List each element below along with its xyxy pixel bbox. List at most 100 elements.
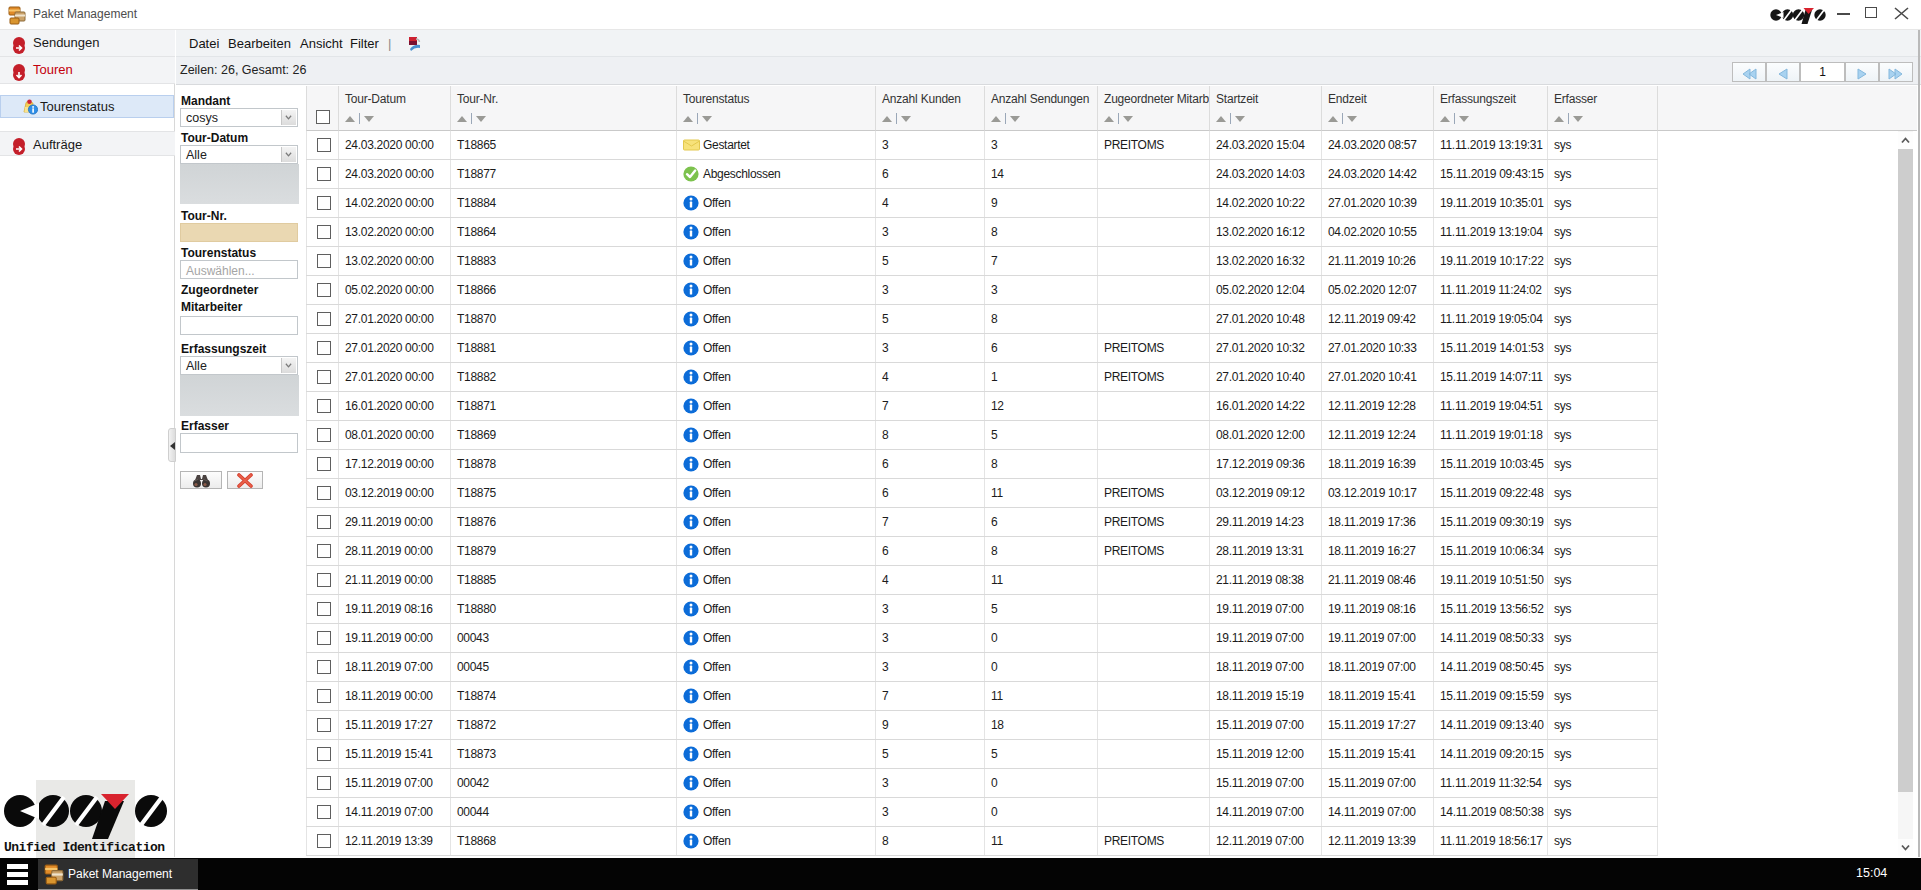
filter-tourenstatus[interactable]: Auswählen... [180, 260, 298, 279]
filter-erfassungszeit[interactable]: Alle [180, 356, 298, 375]
row-4-check[interactable] [317, 225, 331, 239]
filter-tour-nr[interactable] [180, 223, 298, 242]
row-21-check[interactable] [317, 718, 331, 732]
filter-mandant[interactable]: cosys [180, 108, 298, 127]
sb-thumb[interactable] [1898, 149, 1913, 792]
row-15: 28.11.2019 00:00T18879Offen68PREITOMS28.… [306, 537, 1658, 566]
row-23-check[interactable] [317, 776, 331, 790]
sb-down[interactable] [1898, 839, 1913, 856]
row-25: 12.11.2019 13:39T18868Offen811PREITOMS12… [306, 827, 1658, 856]
nav-auftraege[interactable]: Aufträge [0, 131, 175, 156]
row-8-check[interactable] [317, 341, 331, 355]
row-24-check[interactable] [317, 805, 331, 819]
menu-icon[interactable] [406, 36, 422, 52]
menubar: DateiBearbeitenAnsichtFilter| [176, 30, 1921, 57]
row-12-check[interactable] [317, 457, 331, 471]
page-last[interactable] [1879, 62, 1913, 82]
task-app[interactable]: Paket Management [38, 859, 198, 890]
th-1: Tour-Datum [339, 86, 451, 131]
row-23: 15.11.2019 07:0000042Offen3015.11.2019 0… [306, 769, 1658, 798]
row-2: 24.03.2020 00:00T18877Abgeschlossen61424… [306, 160, 1658, 189]
menu-datei[interactable]: Datei [189, 30, 219, 57]
row-count: Zeilen: 26, Gesamt: 26 [180, 57, 306, 84]
row-19-check[interactable] [317, 660, 331, 674]
row-13: 03.12.2019 00:00T18875Offen611PREITOMS03… [306, 479, 1658, 508]
row-7-check[interactable] [317, 312, 331, 326]
nav-touren[interactable]: Touren [0, 57, 175, 84]
sidebar-logo: Unified Identification [0, 749, 175, 857]
row-3-check[interactable] [317, 196, 331, 210]
row-11: 08.01.2020 00:00T18869Offen8508.01.2020 … [306, 421, 1658, 450]
row-1-check[interactable] [317, 138, 331, 152]
row-18-check[interactable] [317, 631, 331, 645]
row-14: 29.11.2019 00:00T18876Offen76PREITOMS29.… [306, 508, 1658, 537]
nav-sendungen[interactable]: Sendungen [0, 30, 175, 57]
page-prev[interactable] [1766, 62, 1800, 82]
row-19: 18.11.2019 07:0000045Offen3018.11.2019 0… [306, 653, 1658, 682]
titlebar-logo [1770, 7, 1827, 24]
panel-collapse[interactable] [168, 428, 176, 462]
th-3: Tourenstatus [677, 86, 876, 131]
th-4: Anzahl Kunden [876, 86, 985, 131]
row-18: 19.11.2019 00:0000043Offen3019.11.2019 0… [306, 624, 1658, 653]
menu-filter[interactable]: Filter [350, 30, 379, 57]
btn-clear[interactable] [227, 471, 263, 489]
row-25-check[interactable] [317, 834, 331, 848]
row-1: 24.03.2020 00:00T18865Gestartet33PREITOM… [306, 131, 1658, 160]
taskbar: Paket Management15:04 [0, 858, 1921, 890]
page-first[interactable] [1732, 62, 1766, 82]
select-all[interactable] [316, 110, 330, 124]
row-16: 21.11.2019 00:00T18885Offen41121.11.2019… [306, 566, 1658, 595]
row-6-check[interactable] [317, 283, 331, 297]
row-10: 16.01.2020 00:00T18871Offen71216.01.2020… [306, 392, 1658, 421]
th-9: Erfassungszeit [1434, 86, 1548, 131]
btn-maximize[interactable] [1865, 7, 1877, 18]
nav-tourenstatus[interactable]: Tourenstatus [0, 95, 174, 118]
row-9-check[interactable] [317, 370, 331, 384]
row-24: 14.11.2019 07:0000044Offen3014.11.2019 0… [306, 798, 1658, 827]
row-5-check[interactable] [317, 254, 331, 268]
th-5: Anzahl Sendungen [985, 86, 1098, 131]
row-9: 27.01.2020 00:00T18882Offen41PREITOMS27.… [306, 363, 1658, 392]
row-6: 05.02.2020 00:00T18866Offen3305.02.2020 … [306, 276, 1658, 305]
row-4: 13.02.2020 00:00T18864Offen3813.02.2020 … [306, 218, 1658, 247]
start-menu[interactable] [7, 864, 28, 885]
paket-management-window: Paket ManagementSendungenTourenTourensta… [0, 0, 1921, 890]
row-2-check[interactable] [317, 167, 331, 181]
titlebar-icon [8, 6, 26, 25]
th-select [306, 86, 339, 131]
row-20: 18.11.2019 00:00T18874Offen71118.11.2019… [306, 682, 1658, 711]
th-7: Startzeit [1210, 86, 1322, 131]
th-filler [1658, 86, 1917, 131]
row-22: 15.11.2019 15:41T18873Offen5515.11.2019 … [306, 740, 1658, 769]
row-15-check[interactable] [317, 544, 331, 558]
row-22-check[interactable] [317, 747, 331, 761]
th-2: Tour-Nr. [451, 86, 677, 131]
row-14-check[interactable] [317, 515, 331, 529]
btn-minimize[interactable] [1837, 13, 1850, 15]
menu-bearbeiten[interactable]: Bearbeiten [228, 30, 291, 57]
th-8: Endzeit [1322, 86, 1434, 131]
filter-mitarbeiter[interactable] [180, 316, 298, 335]
row-20-check[interactable] [317, 689, 331, 703]
th-6: Zugeordneter Mitarbeiter [1098, 86, 1210, 131]
page-num[interactable]: 1 [1800, 62, 1845, 82]
filter-tour-datum[interactable]: Alle [180, 145, 298, 164]
th-10: Erfasser [1548, 86, 1658, 131]
row-10-check[interactable] [317, 399, 331, 413]
row-17-check[interactable] [317, 602, 331, 616]
row-11-check[interactable] [317, 428, 331, 442]
row-3: 14.02.2020 00:00T18884Offen4914.02.2020 … [306, 189, 1658, 218]
sidebar: SendungenTouren Tourenstatus Aufträge Unifi… [0, 30, 175, 857]
btn-close[interactable] [1894, 7, 1909, 20]
sb-up[interactable] [1898, 132, 1913, 149]
menu-ansicht[interactable]: Ansicht [300, 30, 343, 57]
btn-search[interactable] [180, 471, 222, 489]
filter-erfasser[interactable] [180, 433, 298, 453]
row-16-check[interactable] [317, 573, 331, 587]
page-next[interactable] [1845, 62, 1879, 82]
row-7: 27.01.2020 00:00T18870Offen5827.01.2020 … [306, 305, 1658, 334]
row-13-check[interactable] [317, 486, 331, 500]
row-8: 27.01.2020 00:00T18881Offen36PREITOMS27.… [306, 334, 1658, 363]
titlebar: Paket Management [0, 0, 1921, 30]
